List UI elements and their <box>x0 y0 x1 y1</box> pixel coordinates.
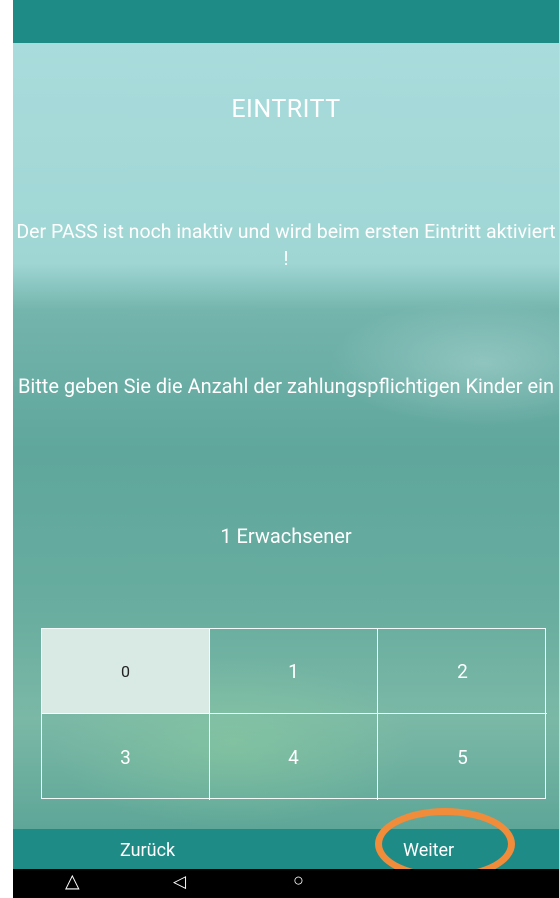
keypad-key-4[interactable]: 4 <box>210 714 378 800</box>
back-button[interactable]: Zurück <box>120 829 175 869</box>
home-circle-icon[interactable]: ○ <box>293 870 304 891</box>
inactive-pass-message: Der PASS ist noch inaktiv und wird beim … <box>16 220 556 270</box>
children-keypad: 0 1 2 3 4 5 <box>41 628 547 800</box>
keypad-key-5[interactable]: 5 <box>378 714 547 800</box>
keypad-key-3[interactable]: 3 <box>42 714 210 800</box>
children-count-prompt: Bitte geben Sie die Anzahl der zahlungsp… <box>17 374 555 398</box>
back-triangle-icon[interactable]: ◁ <box>173 872 186 892</box>
adults-summary: 1 Erwachsener <box>220 524 352 548</box>
bottom-nav-bar: Zurück Weiter <box>13 829 559 869</box>
page-title: EINTRITT <box>231 95 341 124</box>
keypad-key-2[interactable]: 2 <box>378 629 547 714</box>
keypad-key-1[interactable]: 1 <box>210 629 378 714</box>
system-navigation-bar: △ ◁ ○ <box>13 869 559 898</box>
keypad-key-0[interactable]: 0 <box>42 629 210 714</box>
up-triangle-icon[interactable]: △ <box>65 869 80 892</box>
next-button[interactable]: Weiter <box>403 829 454 869</box>
app-screen: EINTRITT Der PASS ist noch inaktiv und w… <box>13 0 559 898</box>
top-bar <box>13 0 559 43</box>
